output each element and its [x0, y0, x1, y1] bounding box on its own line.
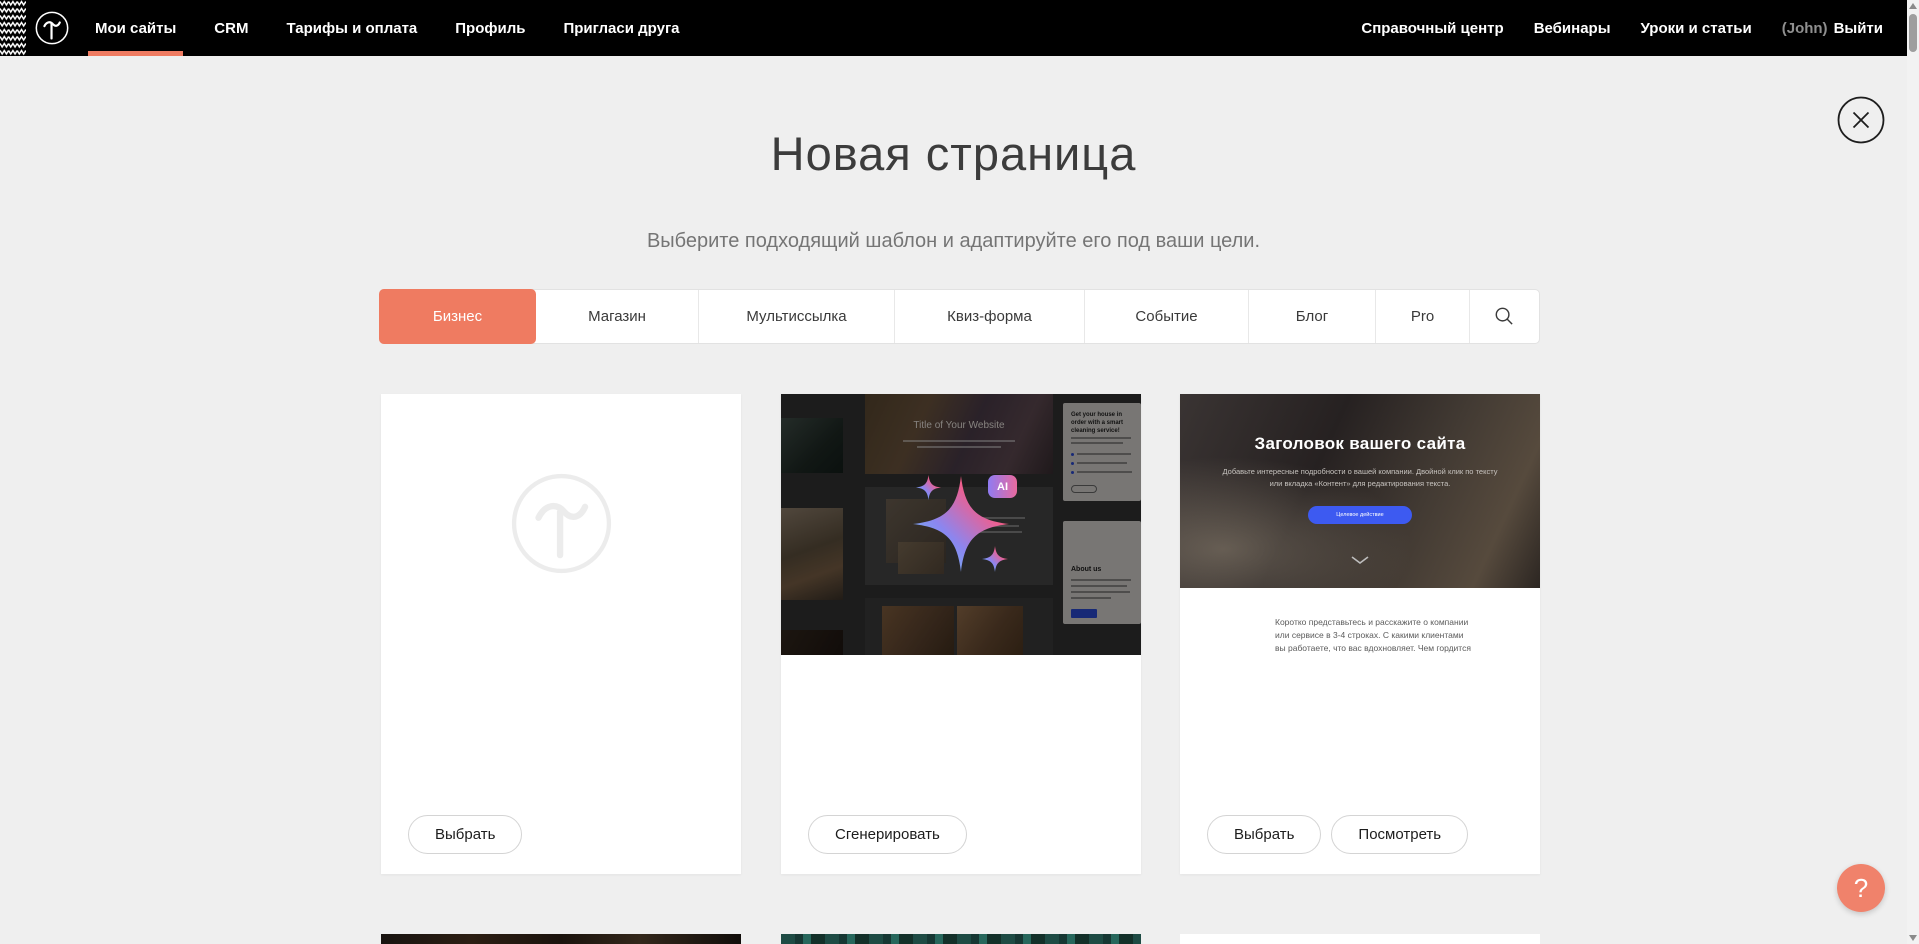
template-card-universal: Заголовок вашего сайта Добавьте интересн… [1180, 394, 1540, 874]
search-tab[interactable] [1469, 290, 1538, 343]
ai-badge: AI [988, 475, 1017, 498]
generate-button[interactable]: Сгенерировать [808, 815, 967, 854]
tilda-watermark-icon [504, 466, 619, 581]
next-row-card-preview[interactable] [1180, 934, 1540, 944]
next-row-card-preview[interactable] [781, 934, 1141, 944]
preview-hero-button: Целевое действие [1308, 506, 1412, 524]
secondary-nav: Справочный центр Вебинары Уроки и статьи… [1361, 0, 1883, 56]
help-button[interactable]: ? [1837, 864, 1885, 912]
preview-hero-title: Заголовок вашего сайта [1180, 434, 1540, 454]
zigzag-pattern-icon [0, 0, 26, 56]
nav-lessons[interactable]: Уроки и статьи [1641, 20, 1752, 37]
scroll-up-icon[interactable] [1909, 3, 1917, 9]
tab-business[interactable]: Бизнес [379, 289, 536, 344]
logout-link[interactable]: Выйти [1834, 20, 1883, 37]
blank-template-preview[interactable] [381, 394, 741, 655]
chevron-down-icon [1350, 552, 1370, 570]
template-card-blank: Пустая страница Начать с чистого листа. … [381, 394, 741, 874]
nav-invite-friend[interactable]: Пригласи друга [563, 20, 679, 37]
nav-webinars[interactable]: Вебинары [1534, 20, 1611, 37]
nav-help-center[interactable]: Справочный центр [1361, 20, 1503, 37]
main-nav: Мои сайты CRM Тарифы и оплата Профиль Пр… [95, 0, 680, 56]
nav-crm[interactable]: CRM [214, 20, 248, 37]
new-page-dialog: Мои сайты CRM Тарифы и оплата Профиль Пр… [0, 0, 1919, 944]
scroll-down-icon[interactable] [1909, 935, 1917, 941]
topbar: Мои сайты CRM Тарифы и оплата Профиль Пр… [0, 0, 1907, 56]
ai-sparkle-small-icon [982, 546, 1008, 572]
vertical-scrollbar[interactable] [1907, 0, 1919, 944]
nav-my-sites[interactable]: Мои сайты [95, 20, 176, 37]
tab-quiz[interactable]: Квиз-форма [894, 290, 1084, 343]
tab-shop[interactable]: Магазин [536, 290, 698, 343]
choose-button[interactable]: Выбрать [1207, 815, 1321, 854]
page-subtitle: Выберите подходящий шаблон и адаптируйте… [0, 230, 1907, 253]
template-card-ai-generate: Title of Your Website Get your house in … [781, 394, 1141, 874]
template-category-tabs: Бизнес Магазин Мультиссылка Квиз-форма С… [379, 289, 1540, 344]
nav-profile[interactable]: Профиль [455, 20, 525, 37]
active-nav-underline [88, 51, 183, 56]
question-icon: ? [1854, 873, 1868, 904]
tab-blog[interactable]: Блог [1248, 290, 1375, 343]
ai-template-preview[interactable]: Title of Your Website Get your house in … [781, 394, 1141, 655]
page-title: Новая страница [0, 126, 1907, 181]
preview-body-text: Коротко представьтесь и расскажите о ком… [1275, 616, 1471, 655]
search-icon [1494, 306, 1515, 327]
tab-pro[interactable]: Pro [1375, 290, 1469, 343]
preview-hero-subtitle: Добавьте интересные подробности о вашей … [1216, 466, 1504, 489]
tab-event[interactable]: Событие [1084, 290, 1248, 343]
preview-button[interactable]: Посмотреть [1331, 815, 1468, 854]
next-row-card-preview[interactable] [381, 934, 741, 944]
choose-button[interactable]: Выбрать [408, 815, 522, 854]
ai-sparkle-small-icon [916, 475, 941, 500]
universal-template-preview[interactable]: Заголовок вашего сайта Добавьте интересн… [1180, 394, 1540, 655]
scrollbar-thumb[interactable] [1909, 14, 1917, 52]
preview-body: Коротко представьтесь и расскажите о ком… [1180, 588, 1540, 655]
username-label: (John) [1782, 20, 1828, 37]
tab-multilink[interactable]: Мультиссылка [698, 290, 894, 343]
nav-tariffs[interactable]: Тарифы и оплата [286, 20, 417, 37]
preview-hero: Заголовок вашего сайта Добавьте интересн… [1180, 394, 1540, 588]
tilda-logo[interactable] [33, 9, 71, 47]
